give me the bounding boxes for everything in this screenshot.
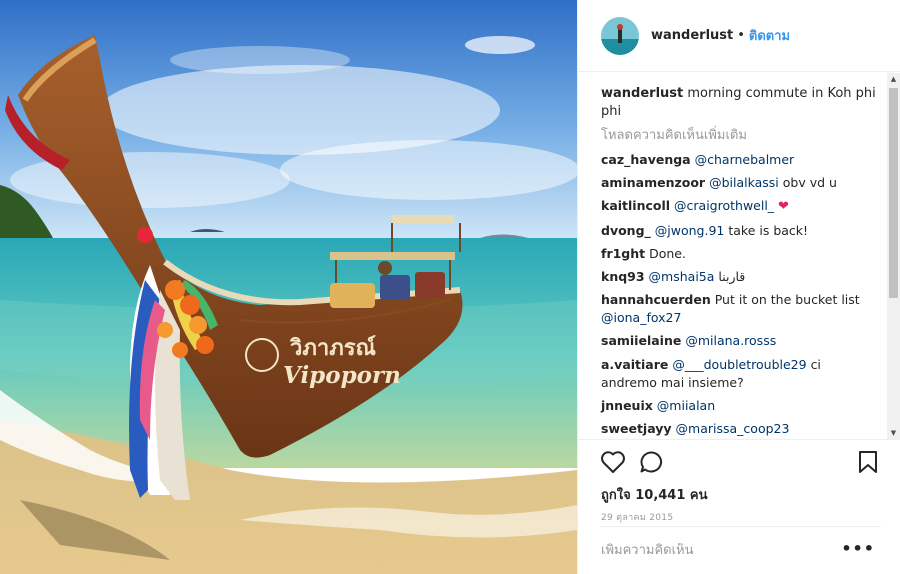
comment-row: kaitlincoll @craigrothwell_ ❤ <box>601 197 877 216</box>
action-icons-row <box>578 440 900 484</box>
comment-row: a.vaitiare @___doubletrouble29 ci andrem… <box>601 356 877 392</box>
scroll-down-arrow-icon[interactable]: ▼ <box>887 427 900 439</box>
comment-row: sweetjayy @marissa_coop23 <box>601 420 877 438</box>
comment-text: Put it on the bucket list <box>714 292 860 308</box>
comment-username[interactable]: fr1ght <box>601 246 645 261</box>
comment-mention[interactable]: @marissa_coop23 <box>676 421 790 436</box>
likes-count[interactable]: ถูกใจ 10,441 คน <box>601 484 708 505</box>
comment-username[interactable]: jnneuix <box>601 398 653 413</box>
header-separator: • <box>737 28 745 43</box>
red-heart-emoji-icon: ❤ <box>778 199 789 215</box>
post-header: wanderlust • ติดตาม <box>578 0 900 72</box>
scroll-up-arrow-icon[interactable]: ▲ <box>887 73 900 85</box>
comment-row: samiielaine @milana.rosss <box>601 332 877 350</box>
comment-text: Done. <box>649 245 686 261</box>
comment-username[interactable]: knq93 <box>601 269 645 284</box>
follow-button[interactable]: ติดตาม <box>749 25 790 46</box>
comment-mention[interactable]: @mshai5a <box>649 269 715 284</box>
comment-mention[interactable]: @craigrothwell_ <box>674 198 774 213</box>
comment-mention[interactable]: @bilalkassi <box>709 175 779 190</box>
boat-name-thai: วิภาภรณ์ <box>289 335 376 361</box>
comment-mention[interactable]: @jwong.91 <box>655 223 725 238</box>
comment-username[interactable]: aminamenzoor <box>601 175 705 190</box>
boat-name-latin: Vipoporn <box>283 362 401 389</box>
comment-username[interactable]: caz_havenga <box>601 152 691 167</box>
comment-row: hannahcuerden Put it on the bucket list … <box>601 291 877 327</box>
bookmark-icon[interactable] <box>857 450 879 478</box>
add-comment-input[interactable] <box>601 543 841 558</box>
comment-username[interactable]: samiielaine <box>601 333 681 348</box>
scrollbar-thumb[interactable] <box>889 88 898 298</box>
comment-username[interactable]: a.vaitiare <box>601 357 668 372</box>
post-caption: wanderlust morning commute in Koh phi ph… <box>601 85 877 121</box>
comment-username[interactable]: sweetjayy <box>601 421 672 436</box>
header-username[interactable]: wanderlust <box>651 28 733 43</box>
post-photo[interactable]: วิภาภรณ์ Vipoporn <box>0 0 577 574</box>
comment-row: dvong_ @jwong.91 take is back! <box>601 222 877 240</box>
longtail-boat-photo: วิภาภรณ์ Vipoporn <box>0 0 577 574</box>
comment-row: aminamenzoor @bilalkassi obv vd u <box>601 174 877 192</box>
comment-row: jnneuix @miialan <box>601 397 877 415</box>
load-more-comments-link[interactable]: โหลดความคิดเห็นเพิ่มเติม <box>601 127 877 145</box>
comment-mention[interactable]: @miialan <box>657 398 715 413</box>
comment-username[interactable]: kaitlincoll <box>601 198 670 213</box>
caption-username[interactable]: wanderlust <box>601 86 683 101</box>
comment-username[interactable]: hannahcuerden <box>601 292 711 307</box>
comment-row: fr1ght Done. <box>601 245 877 263</box>
post-details-panel: wanderlust • ติดตาม wanderlust morning c… <box>577 0 900 574</box>
add-comment-bar: ••• <box>601 526 881 574</box>
comment-mention[interactable]: @charnebalmer <box>695 152 795 167</box>
comment-text: obv vd u <box>782 175 837 191</box>
comment-mention[interactable]: @milana.rosss <box>685 333 776 348</box>
comments-scrollbar[interactable]: ▲ ▼ <box>887 73 900 439</box>
post-date: 29 ตุลาคม 2015 <box>601 513 674 523</box>
speech-bubble-icon[interactable] <box>639 450 665 478</box>
instagram-post: วิภาภรณ์ Vipoporn wanderlust • ติดตาม wa… <box>0 0 900 574</box>
comment-text: take is back! <box>728 222 809 238</box>
comment-mention[interactable]: @___doubletrouble29 <box>672 357 806 372</box>
comment-entries: caz_havenga @charnebalmer aminamenzoor @… <box>601 151 877 438</box>
post-actions: ถูกใจ 10,441 คน 29 ตุลาคม 2015 <box>578 439 900 523</box>
heart-icon[interactable] <box>600 450 626 478</box>
comment-row: caz_havenga @charnebalmer <box>601 151 877 169</box>
comment-mention[interactable]: @iona_fox27 <box>601 310 681 325</box>
comment-text: قاربنا <box>718 268 746 284</box>
avatar[interactable] <box>601 16 639 55</box>
comment-username[interactable]: dvong_ <box>601 223 651 238</box>
comment-row: knq93 @mshai5a قاربنا <box>601 268 877 286</box>
more-options-icon[interactable]: ••• <box>841 541 875 557</box>
comments-list[interactable]: wanderlust morning commute in Koh phi ph… <box>578 73 900 439</box>
